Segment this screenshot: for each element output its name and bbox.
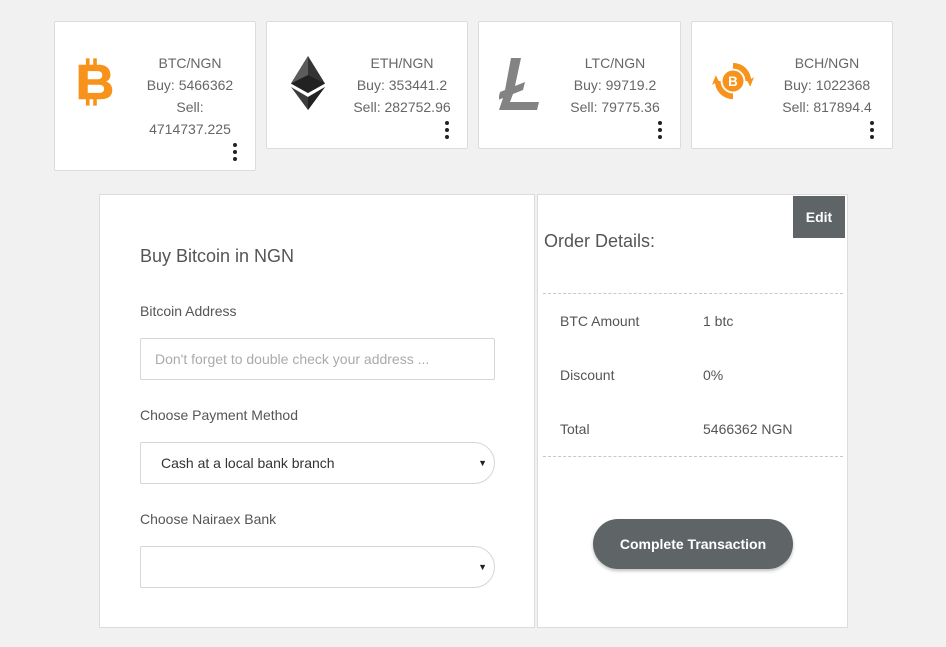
complete-transaction-button[interactable]: Complete Transaction bbox=[593, 519, 793, 569]
ticker-sell-value: 4714737.225 bbox=[149, 121, 231, 137]
litecoin-icon bbox=[499, 58, 539, 110]
ticker-pair: BTC/NGN bbox=[158, 55, 222, 71]
bitcoin-cash-icon: B bbox=[712, 62, 754, 100]
ticker-info: BCH/NGN Buy: 1022368 Sell: 817894.4 bbox=[772, 52, 882, 118]
detail-key: Discount bbox=[560, 367, 615, 383]
divider bbox=[543, 293, 843, 294]
ticker-card-bch: B BCH/NGN Buy: 1022368 Sell: 817894.4 bbox=[691, 21, 893, 149]
more-options-icon[interactable] bbox=[656, 119, 664, 141]
chevron-down-icon: ▼ bbox=[478, 458, 487, 468]
ticker-card-btc: BTC/NGN Buy: 5466362 Sell: 4714737.225 bbox=[54, 21, 256, 171]
order-details-panel: Order Details: Edit BTC Amount 1 btc Dis… bbox=[537, 194, 848, 628]
detail-value: 1 btc bbox=[703, 313, 734, 329]
divider bbox=[543, 456, 843, 457]
payment-method-select[interactable]: Cash at a local bank branch ▼ bbox=[140, 442, 495, 484]
ticker-info: BTC/NGN Buy: 5466362 Sell: 4714737.225 bbox=[135, 52, 245, 140]
ticker-sell-label: Sell: bbox=[176, 99, 204, 115]
ticker-buy: Buy: 353441.2 bbox=[356, 77, 448, 93]
bank-select[interactable]: ▼ bbox=[140, 546, 495, 588]
ticker-card-ltc: LTC/NGN Buy: 99719.2 Sell: 79775.36 bbox=[478, 21, 681, 149]
more-options-icon[interactable] bbox=[868, 119, 876, 141]
detail-value: 5466362 NGN bbox=[703, 421, 793, 437]
ticker-buy: Buy: 5466362 bbox=[146, 77, 234, 93]
ticker-buy: Buy: 1022368 bbox=[783, 77, 871, 93]
payment-method-value: Cash at a local bank branch bbox=[161, 455, 335, 471]
ethereum-icon bbox=[291, 56, 325, 110]
ticker-sell: Sell: 79775.36 bbox=[570, 99, 660, 115]
ticker-pair: ETH/NGN bbox=[370, 55, 434, 71]
bitcoin-icon bbox=[78, 58, 113, 106]
chevron-down-icon: ▼ bbox=[478, 562, 487, 572]
more-options-icon[interactable] bbox=[231, 141, 239, 163]
ticker-pair: BCH/NGN bbox=[794, 55, 860, 71]
detail-value: 0% bbox=[703, 367, 724, 383]
ticker-info: ETH/NGN Buy: 353441.2 Sell: 282752.96 bbox=[347, 52, 457, 118]
ticker-card-eth: ETH/NGN Buy: 353441.2 Sell: 282752.96 bbox=[266, 21, 468, 149]
ticker-sell: Sell: 282752.96 bbox=[353, 99, 451, 115]
edit-button[interactable]: Edit bbox=[793, 196, 845, 238]
svg-text:B: B bbox=[728, 74, 738, 89]
payment-method-label: Choose Payment Method bbox=[140, 407, 298, 423]
ticker-buy: Buy: 99719.2 bbox=[573, 77, 657, 93]
more-options-icon[interactable] bbox=[443, 119, 451, 141]
buy-form-panel: Buy Bitcoin in NGN Bitcoin Address Choos… bbox=[99, 194, 535, 628]
bitcoin-address-input[interactable] bbox=[140, 338, 495, 380]
ticker-sell: Sell: 817894.4 bbox=[782, 99, 872, 115]
form-title: Buy Bitcoin in NGN bbox=[140, 246, 295, 266]
bitcoin-address-label: Bitcoin Address bbox=[140, 303, 237, 319]
ticker-info: LTC/NGN Buy: 99719.2 Sell: 79775.36 bbox=[560, 52, 670, 118]
detail-key: BTC Amount bbox=[560, 313, 640, 329]
order-title: Order Details: bbox=[544, 231, 656, 251]
ticker-pair: LTC/NGN bbox=[584, 55, 646, 71]
detail-key: Total bbox=[560, 421, 590, 437]
bank-label: Choose Nairaex Bank bbox=[140, 511, 277, 527]
